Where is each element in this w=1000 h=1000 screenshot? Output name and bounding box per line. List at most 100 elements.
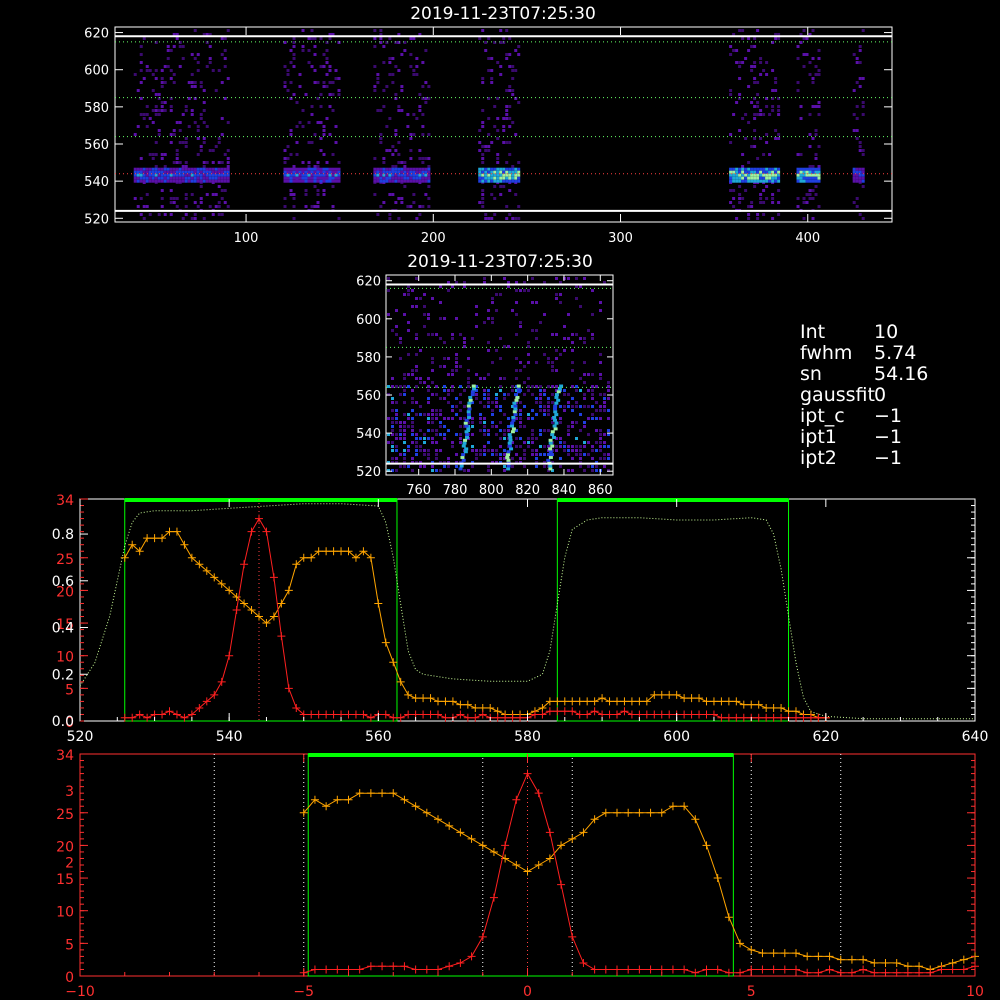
heatmap-band-pixel [211,176,215,180]
heatmap-pixel [331,109,335,112]
heatmap-pixel [403,313,406,316]
heatmap-pixel [535,361,538,364]
heatmap-column-pixel [463,421,468,425]
heatmap-pixel [756,101,760,104]
heatmap-pixel [411,417,414,420]
heatmap-pixel [283,81,287,84]
heatmap-pixel [808,61,812,64]
y-tick-label: 560 [356,389,381,404]
heatmap-pixel [563,445,566,448]
heatmap-pixel [435,385,438,388]
heatmap-pixel [373,37,377,40]
heatmap-pixel [133,133,137,136]
heatmap-band-pixel [768,176,772,180]
heatmap-pixel [431,333,434,336]
heatmap-pixel [595,469,598,472]
heatmap-pixel [579,305,582,308]
data-point [456,958,465,967]
heatmap-pixel [508,85,512,88]
heatmap-pixel [139,45,143,48]
heatmap-band-pixel [855,173,859,177]
heatmap-pixel [391,57,395,60]
heatmap-band-pixel [484,167,488,171]
heatmap-pixel [421,85,425,88]
data-point [411,694,420,703]
heatmap-pixel [499,421,502,424]
heatmap-pixel [481,81,485,84]
heatmap-pixel [563,409,566,412]
heatmap-pixel [439,469,442,472]
heatmap-pixel [467,377,470,380]
heatmap-band-pixel [151,170,155,174]
heatmap-pixel [139,157,143,160]
middle-heatmap-panel: 2019-11-23T07:25:30 52054056058060062076… [356,252,614,498]
heatmap-pixel [382,201,386,204]
heatmap-pixel [409,137,413,140]
heatmap-pixel [475,449,478,452]
heatmap-pixel [502,129,506,132]
heatmap-pixel [202,141,206,144]
heatmap-band-pixel [814,173,818,177]
heatmap-pixel [427,417,430,420]
heatmap-band-pixel [136,167,140,171]
y-tick-label-red: 25 [56,807,74,823]
heatmap-pixel [427,333,430,336]
heatmap-pixel [286,69,290,72]
heatmap-column-pixel [550,433,555,437]
heatmap-pixel [181,217,185,220]
series-line [124,531,826,719]
heatmap-pixel [599,353,602,356]
heatmap-band-pixel [151,179,155,183]
data-point [747,945,756,954]
heatmap-pixel [765,133,769,136]
heatmap-pixel [747,205,751,208]
y-tick-label-red: 15 [56,872,74,888]
heatmap-pixel [411,389,414,392]
heatmap-pixel [503,413,506,416]
heatmap-pixel [587,405,590,408]
heatmap-band-pixel [802,173,806,177]
heatmap-band-pixel [505,179,509,183]
heatmap-pixel [539,385,542,388]
heatmap-pixel [471,337,474,340]
data-point [657,710,666,719]
data-point [665,690,674,699]
heatmap-pixel [508,117,512,120]
heatmap-band-pixel [223,176,227,180]
heatmap-pixel [768,113,772,116]
heatmap-pixel [313,37,317,40]
heatmap-band-pixel [334,167,338,171]
heatmap-pixel [603,453,606,456]
heatmap-pixel [391,145,395,148]
heatmap-band-pixel [808,167,812,171]
heatmap-pixel [487,465,490,468]
heatmap-pixel [571,425,574,428]
data-point [583,710,592,719]
heatmap-pixel [535,385,538,388]
heatmap-pixel [738,129,742,132]
heatmap-pixel [415,365,418,368]
heatmap-pixel [519,401,522,404]
heatmap-band-pixel [397,167,401,171]
heatmap-pixel [435,453,438,456]
heatmap-pixel [607,409,610,412]
heatmap-pixel [555,449,558,452]
heatmap-pixel [421,125,425,128]
data-point [422,808,431,817]
heatmap-band-pixel [211,173,215,177]
heatmap-pixel [591,417,594,420]
heatmap-band-pixel [220,176,224,180]
heatmap-pixel [802,65,806,68]
info-row-gaussfit: gaussfit0 [800,385,928,406]
heatmap-pixel [415,337,418,340]
heatmap-pixel [211,149,215,152]
heatmap-pixel [481,161,485,164]
heatmap-pixel [154,77,158,80]
heatmap-pixel [539,401,542,404]
heatmap-pixel [418,93,422,96]
data-point [355,789,364,798]
info-value: −1 [874,447,903,469]
heatmap-pixel [208,205,212,208]
heatmap-pixel [744,113,748,116]
heatmap-pixel [395,457,398,460]
